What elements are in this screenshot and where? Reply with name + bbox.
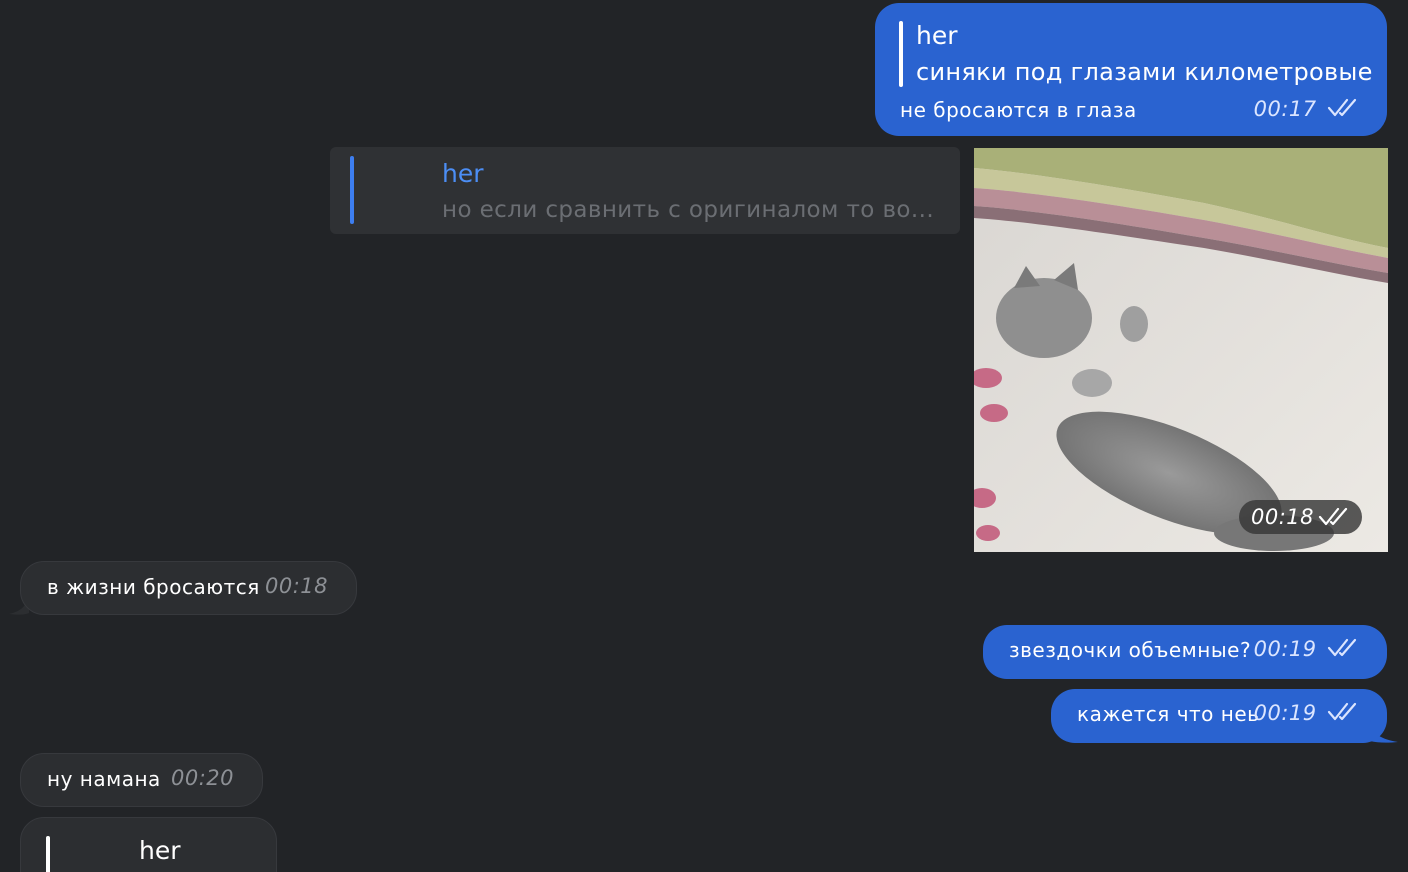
quote-text: синяки под глазами километровые [916,58,1373,86]
message-text: в жизни бросаются [47,575,260,599]
message-time: 00:20 [170,766,234,790]
message-meta: 00:19 [1254,637,1359,664]
incoming-reply-message[interactable]: her [20,817,277,872]
quote-author: her [442,159,484,188]
double-check-icon [1327,701,1359,728]
bubble-tail [1370,719,1398,743]
message-text: не бросаются в глаза [900,98,1137,122]
outgoing-message[interactable]: звездочки объемные? 00:19 [983,625,1387,679]
message-time: 00:17 [1253,97,1317,121]
outgoing-message[interactable]: кажется что неь 00:19 [1051,689,1387,743]
quote-bar [46,836,50,872]
image-time-badge: 00:18 [1238,500,1362,534]
message-meta: 00:19 [1254,701,1359,728]
message-time: 00:19 [1253,637,1317,661]
message-text: звездочки объемные? [1009,638,1252,662]
message-time: 00:18 [264,574,328,598]
message-text: ну намана [47,767,161,791]
incoming-message[interactable]: в жизни бросаются 00:18 [20,561,357,615]
reply-preview-card[interactable]: her но если сравнить с оригиналом то во.… [330,147,960,234]
message-time: 00:18 [1250,505,1314,529]
message-meta: 00:18 [265,574,328,598]
incoming-message[interactable]: ну намана 00:20 [20,753,263,807]
message-meta: 00:20 [171,766,234,790]
double-check-icon [1327,97,1359,124]
message-time: 00:19 [1253,701,1317,725]
message-meta: 00:17 [1254,97,1359,124]
quote-bar [350,156,354,224]
message-text: кажется что неь [1077,702,1260,726]
quote-author: her [916,21,958,50]
image-message[interactable]: 00:18 [974,148,1388,552]
quote-bar [899,21,903,87]
outgoing-reply-message[interactable]: her синяки под глазами километровые не б… [875,3,1387,136]
double-check-icon [1327,637,1359,664]
double-check-icon [1318,506,1350,528]
sleeping-kitten-image [974,148,1388,552]
chat-area: her синяки под глазами километровые не б… [0,0,1408,872]
quote-author: her [139,836,181,865]
quote-text: но если сравнить с оригиналом то во... [442,197,935,223]
